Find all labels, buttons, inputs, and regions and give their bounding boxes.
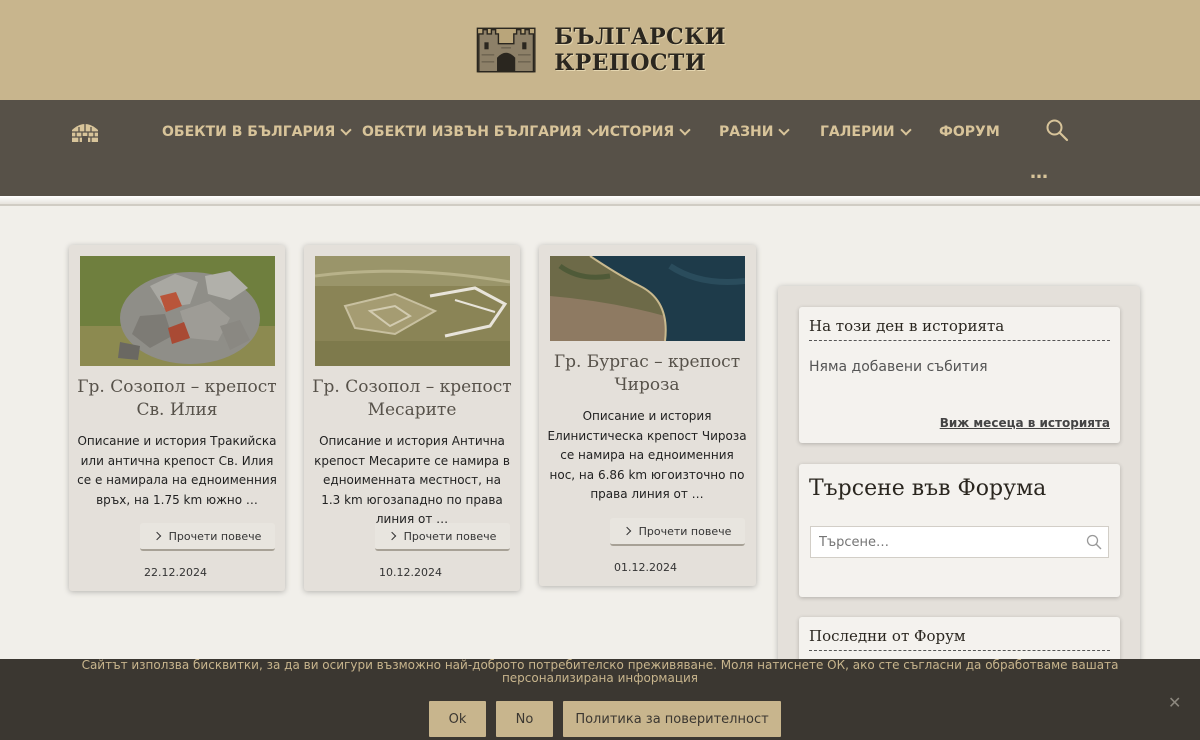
widget-forum-search: Търсене във Форума [799,464,1120,597]
post-card-burgas-chiroza: Гр. Бургас – крепост Чироза Описание и и… [539,245,756,586]
forum-search-input[interactable] [810,526,1109,558]
site-header: БЪЛГАРСКИ КРЕПОСТИ [0,0,1200,100]
logo-line-2: КРЕПОСТИ [554,50,707,76]
post-thumbnail-ruins[interactable] [315,256,510,366]
widget-title: Търсене във Форума [809,476,1047,501]
privacy-policy-button[interactable]: Политика за поверителност [563,701,781,737]
cookie-no-button[interactable]: No [496,701,553,737]
read-more-label: Прочети повече [168,529,262,543]
chevron-right-icon [622,526,631,536]
nav-item-label: ОБЕКТИ В БЪЛГАРИЯ [162,124,336,140]
nav-item-forum[interactable]: ФОРУМ [939,122,1000,142]
read-more-button[interactable]: Прочети повече [610,518,745,546]
logo-line-1: БЪЛГАРСКИ [554,24,726,50]
search-icon[interactable] [1086,534,1102,550]
post-excerpt: Описание и история Тракийска или антична… [77,434,277,507]
post-title[interactable]: Гр. Бургас – крепост Чироза [547,351,747,397]
nav-item-label: ГАЛЕРИИ [820,124,895,140]
main-nav [0,100,1200,196]
chevron-right-icon [152,531,161,541]
chevron-down-icon [340,123,352,136]
widget-history-day: На този ден в историята Няма добавени съ… [799,307,1120,443]
widget-title: На този ден в историята [809,317,1110,341]
post-title[interactable]: Гр. Созопол – крепост Св. Илия [77,376,277,422]
site-logo[interactable]: БЪЛГАРСКИ КРЕПОСТИ [476,16,726,84]
month-history-link[interactable]: Виж месеца в историята [940,416,1110,430]
nav-item-label: РАЗНИ [719,124,774,140]
read-more-label: Прочети повече [638,524,732,538]
widget-title: Последни от Форум [809,627,1110,651]
nav-item-galleries[interactable]: ГАЛЕРИИ [820,122,912,142]
nav-item-misc[interactable]: РАЗНИ [719,122,791,142]
nav-divider [0,196,1200,206]
chevron-down-icon [899,123,912,136]
post-thumbnail-stones[interactable] [80,256,275,366]
chevron-down-icon [679,123,691,136]
nav-item-objects-bulgaria[interactable]: ОБЕКТИ В БЪЛГАРИЯ [162,122,352,142]
post-card-sozopol-mesarite: Гр. Созопол – крепост Месарите Описание … [304,245,520,591]
cookie-ok-button[interactable]: Ok [429,701,486,737]
read-more-button[interactable]: Прочети повече [375,523,510,551]
nav-item-objects-abroad[interactable]: ОБЕКТИ ИЗВЪН БЪЛГАРИЯ [362,122,599,142]
more-menu-button[interactable]: … [1030,162,1049,183]
post-date: 01.12.2024 [614,561,677,574]
nav-item-history[interactable]: ИСТОРИЯ [598,122,691,142]
nav-item-label: ОБЕКТИ ИЗВЪН БЪЛГАРИЯ [362,124,582,140]
read-more-button[interactable]: Прочети повече [140,523,275,551]
cookie-text: Сайтът използва бисквитки, за да ви осиг… [81,658,1119,685]
close-icon[interactable]: ✕ [1168,693,1181,712]
chevron-down-icon [587,123,599,136]
post-excerpt: Описание и история Антична крепост Месар… [314,434,510,526]
cookie-notice: Сайтът използва бисквитки, за да ви осиг… [0,659,1200,740]
logo-text: БЪЛГАРСКИ КРЕПОСТИ [554,24,726,76]
post-thumbnail-coast[interactable] [550,256,745,341]
post-title[interactable]: Гр. Созопол – крепост Месарите [312,376,512,422]
search-icon[interactable] [1045,118,1069,142]
post-date: 22.12.2024 [144,566,207,579]
post-date: 10.12.2024 [379,566,442,579]
nav-item-label: ФОРУМ [939,124,1000,140]
chevron-down-icon [778,123,791,136]
castle-logo-icon [476,27,536,73]
post-excerpt: Описание и история Елинистическа крепост… [547,409,747,501]
history-empty-text: Няма добавени събития [809,359,988,375]
post-card-sozopol-sv-iliya: Гр. Созопол – крепост Св. Илия Описание … [69,245,285,591]
fortress-home-icon[interactable] [70,120,100,144]
read-more-label: Прочети повече [403,529,497,543]
chevron-right-icon [387,531,396,541]
nav-item-label: ИСТОРИЯ [598,124,675,140]
